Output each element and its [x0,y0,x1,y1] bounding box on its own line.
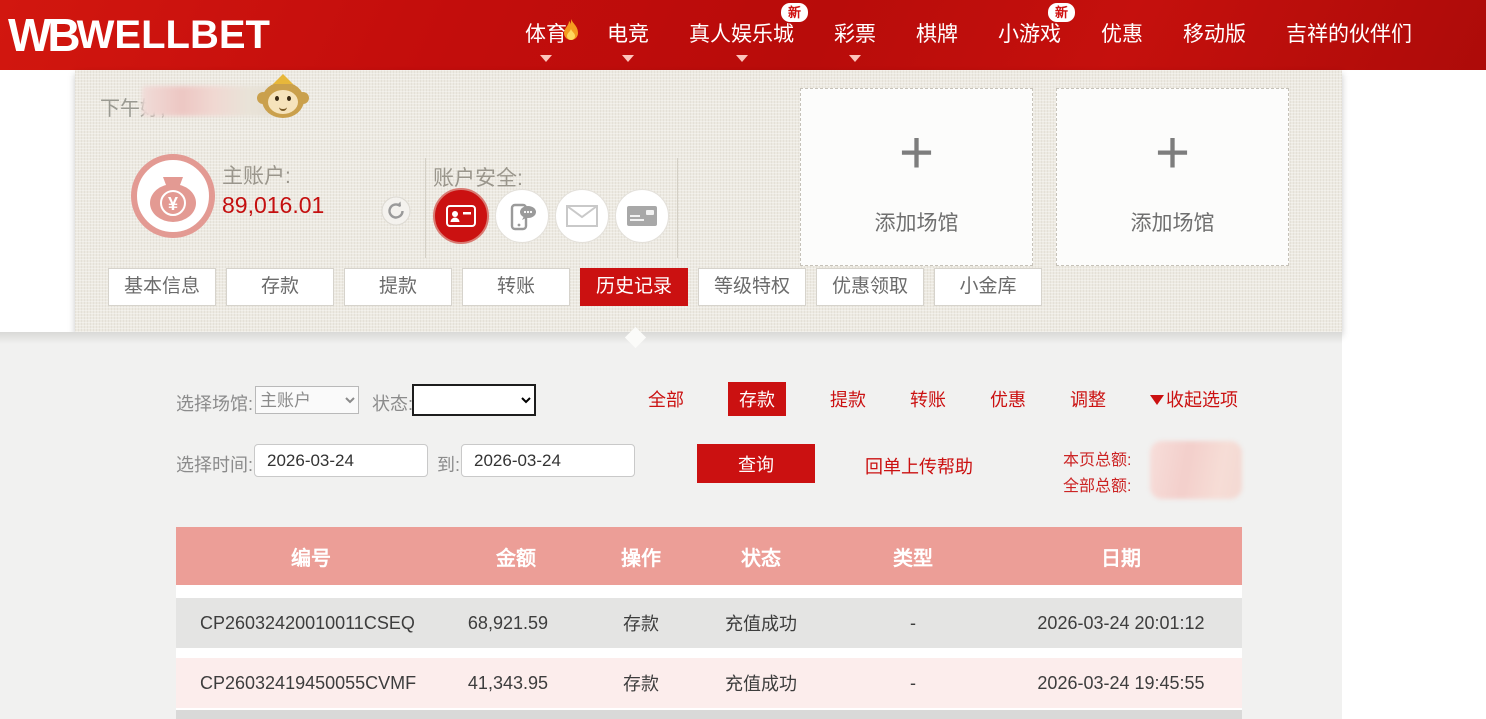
main-account-label: 主账户: [222,160,291,190]
tab-vault[interactable]: 小金库 [934,268,1042,306]
add-venue-label: 添加场馆 [1057,207,1288,237]
to-label: 到: [437,451,460,477]
cell-status: 充值成功 [696,670,826,696]
type-filter-tabs: 全部 存款 提款 转账 优惠 调整 收起选项 [648,384,1238,414]
nav-item-live-casino[interactable]: 新 真人娱乐城 [689,0,794,70]
add-venue-label: 添加场馆 [801,207,1032,237]
logo-text: WELLBET [77,0,270,70]
main-nav: 体育 电竞 新 真人娱乐城 彩票 棋牌 新 小游戏 优惠 [525,0,1412,70]
flame-icon [561,2,581,26]
nav-item-promotions[interactable]: 优惠 [1101,0,1143,70]
col-header-id: 编号 [176,542,446,571]
nav-item-partners[interactable]: 吉祥的伙伴们 [1286,0,1412,70]
nav-item-esports[interactable]: 电竞 [607,0,649,70]
add-venue-box-1[interactable]: + 添加场馆 [800,88,1033,266]
username-redacted [142,86,274,116]
table-header-row: 编号 金额 操作 状态 类型 日期 [176,527,1242,585]
cell-status: 充值成功 [696,610,826,636]
new-badge: 新 [1048,3,1075,22]
query-button[interactable]: 查询 [697,444,815,483]
page-total-label: 本页总额: [1063,446,1131,470]
all-total-label: 全部总额: [1063,472,1131,496]
logo-mark: WB [8,0,77,70]
table-row-partial [176,710,1242,719]
bank-card-icon[interactable] [615,189,669,243]
nav-item-board-games[interactable]: 棋牌 [916,0,958,70]
tab-claim-promo[interactable]: 优惠领取 [816,268,924,306]
select-venue-label: 选择场馆: [176,390,253,416]
cell-amount: 68,921.59 [446,613,586,634]
id-card-icon[interactable] [433,188,489,244]
wallet-icon: ¥ [130,153,216,239]
type-adjust[interactable]: 调整 [1070,386,1106,412]
top-navbar: WB WELLBET 体育 电竞 新 真人娱乐城 彩票 棋牌 新 小游戏 [0,0,1486,70]
balance-value: 89,016.01 [222,192,324,219]
totals-redacted [1150,441,1242,499]
table-row[interactable]: CP26032419450055CVMF 41,343.95 存款 充值成功 -… [176,658,1242,708]
chevron-down-icon [736,55,748,62]
cell-date: 2026-03-24 20:01:12 [1000,613,1242,634]
tab-basic-info[interactable]: 基本信息 [108,268,216,306]
venue-select[interactable]: 主账户 [255,386,359,414]
nav-item-mini-games[interactable]: 新 小游戏 [998,0,1061,70]
col-header-status: 状态 [696,542,826,571]
chevron-down-icon [540,55,552,62]
tab-withdraw[interactable]: 提款 [344,268,452,306]
avatar[interactable] [262,76,304,118]
new-badge: 新 [781,3,808,22]
add-venue-box-2[interactable]: + 添加场馆 [1056,88,1289,266]
col-header-operation: 操作 [586,542,696,571]
email-icon[interactable] [555,189,609,243]
history-section: 选择场馆: 主账户 状态: 全部 存款 提款 转账 优惠 调整 收起选项 选择时… [0,332,1342,719]
type-deposit[interactable]: 存款 [728,382,786,416]
nav-item-sports[interactable]: 体育 [525,0,567,70]
security-icons [433,188,669,244]
status-label: 状态: [372,390,413,416]
type-withdraw[interactable]: 提款 [830,386,866,412]
table-row[interactable]: CP26032420010011CSEQ 68,921.59 存款 充值成功 -… [176,598,1242,648]
col-header-type: 类型 [826,542,1000,571]
chevron-down-icon [622,55,634,62]
tab-deposit[interactable]: 存款 [226,268,334,306]
tab-history[interactable]: 历史记录 [580,268,688,306]
cell-type: - [826,673,1000,694]
plus-icon: + [801,123,1032,183]
tab-transfer[interactable]: 转账 [462,268,570,306]
tab-vip-privileges[interactable]: 等级特权 [698,268,806,306]
type-promo[interactable]: 优惠 [990,386,1026,412]
nav-item-mobile[interactable]: 移动版 [1183,0,1246,70]
col-header-amount: 金额 [446,542,586,571]
collapse-options-link[interactable]: 收起选项 [1150,386,1238,412]
type-transfer[interactable]: 转账 [910,386,946,412]
select-time-label: 选择时间: [176,451,253,477]
account-tabs: 基本信息 存款 提款 转账 历史记录 等级特权 优惠领取 小金库 [108,268,1042,306]
cell-date: 2026-03-24 19:45:55 [1000,673,1242,694]
refresh-balance-icon[interactable] [381,196,411,226]
cell-type: - [826,613,1000,634]
triangle-down-icon [1150,395,1164,405]
divider [677,158,678,258]
receipt-upload-help-link[interactable]: 回单上传帮助 [865,453,973,479]
date-from-input[interactable] [254,444,428,477]
sms-phone-icon[interactable] [495,189,549,243]
plus-icon: + [1057,123,1288,183]
yuan-symbol: ¥ [168,194,178,214]
cell-id: CP26032419450055CVMF [176,673,446,694]
nav-item-lottery[interactable]: 彩票 [834,0,876,70]
col-header-date: 日期 [1000,542,1242,571]
status-select[interactable] [412,384,536,416]
wellbet-logo[interactable]: WB WELLBET [8,0,270,70]
type-all[interactable]: 全部 [648,386,684,412]
cell-id: CP26032420010011CSEQ [176,613,446,634]
chevron-down-icon [849,55,861,62]
cell-operation: 存款 [586,670,696,696]
cell-amount: 41,343.95 [446,673,586,694]
date-to-input[interactable] [461,444,635,477]
cell-operation: 存款 [586,610,696,636]
divider [425,158,426,258]
